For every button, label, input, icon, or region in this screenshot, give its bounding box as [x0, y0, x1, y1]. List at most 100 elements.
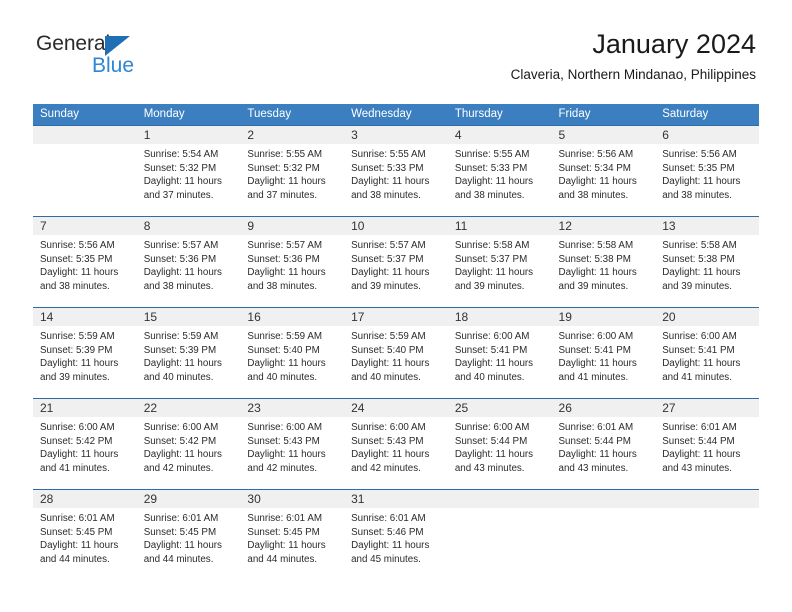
daylight-text-cont: and 44 minutes.	[40, 553, 110, 565]
calendar-day-cell[interactable]: 13 Sunrise: 5:58 AM Sunset: 5:38 PM Dayligh…	[655, 216, 759, 308]
day-number: 26	[551, 399, 656, 417]
sunrise-text: Sunrise: 6:00 AM	[454, 422, 530, 433]
daylight-text-cont: and 42 minutes.	[351, 462, 421, 474]
calendar-day-cell[interactable]: 16 Sunrise: 5:59 AM Sunset: 5:40 PM Dayligh…	[240, 307, 345, 399]
daylight-text-cont: and 41 minutes.	[662, 371, 732, 383]
day-details: Sunrise: 6:00 AM Sunset: 5:41 PM Daylight:…	[448, 326, 552, 384]
daylight-text-cont: and 42 minutes.	[247, 462, 318, 474]
calendar-day-cell[interactable]: 23 Sunrise: 6:00 AM Sunset: 5:43 PM Dayligh…	[240, 398, 345, 490]
calendar-day-cell[interactable]: 7 Sunrise: 5:56 AM Sunset: 5:35 PM Daylight…	[33, 216, 137, 308]
day-number: 3	[344, 126, 448, 144]
daylight-text: Daylight: 11 hours	[558, 449, 637, 461]
day-details: Sunrise: 5:56 AM Sunset: 5:35 PM Daylight:…	[655, 144, 759, 202]
daylight-text: Daylight: 11 hours	[454, 176, 534, 188]
day-number: 30	[240, 490, 345, 508]
daylight-text: Daylight: 11 hours	[247, 176, 326, 188]
daylight-text: Daylight: 11 hours	[558, 176, 637, 188]
day-number: 15	[136, 308, 241, 326]
calendar-day-cell[interactable]: 14 Sunrise: 5:59 AM Sunset: 5:39 PM Dayligh…	[33, 307, 137, 399]
calendar-day-cell[interactable]: 12 Sunrise: 5:58 AM Sunset: 5:38 PM Dayligh…	[551, 216, 656, 308]
sunset-text: Sunset: 5:41 PM	[558, 344, 631, 356]
page-subtitle: Claveria, Northern Mindanao, Philippines	[510, 67, 756, 82]
weekday-header-sunday: Sunday	[33, 104, 137, 126]
sunrise-text: Sunrise: 6:00 AM	[351, 422, 426, 433]
sunrise-text: Sunrise: 5:58 AM	[558, 240, 634, 251]
sunset-text: Sunset: 5:43 PM	[247, 435, 320, 447]
daylight-text: Daylight: 11 hours	[247, 449, 326, 461]
calendar-body: 1 Sunrise: 5:54 AM Sunset: 5:32 PM Daylight…	[33, 125, 759, 581]
daylight-text-cont: and 38 minutes.	[247, 280, 318, 292]
calendar-day-cell[interactable]: 20 Sunrise: 6:00 AM Sunset: 5:41 PM Dayligh…	[655, 307, 759, 399]
calendar-day-cell[interactable]: 1 Sunrise: 5:54 AM Sunset: 5:32 PM Daylight…	[136, 125, 241, 217]
calendar-day-cell[interactable]: 30 Sunrise: 6:01 AM Sunset: 5:45 PM Dayligh…	[240, 489, 345, 581]
calendar-day-cell[interactable]: 15 Sunrise: 5:59 AM Sunset: 5:39 PM Dayligh…	[136, 307, 241, 399]
calendar-day-cell[interactable]: 27 Sunrise: 6:01 AM Sunset: 5:44 PM Dayligh…	[655, 398, 759, 490]
day-number: 18	[447, 308, 552, 326]
sunrise-text: Sunrise: 6:01 AM	[143, 513, 219, 524]
calendar-day-cell[interactable]: 22 Sunrise: 6:00 AM Sunset: 5:42 PM Dayligh…	[136, 398, 241, 490]
day-details: Sunrise: 6:01 AM Sunset: 5:45 PM Daylight:…	[33, 508, 137, 566]
calendar-day-cell[interactable]: 19 Sunrise: 6:00 AM Sunset: 5:41 PM Dayligh…	[551, 307, 656, 399]
day-number: 13	[655, 217, 759, 235]
calendar-day-cell[interactable]: 25 Sunrise: 6:00 AM Sunset: 5:44 PM Dayligh…	[447, 398, 552, 490]
day-number: 19	[551, 308, 656, 326]
calendar-day-cell[interactable]: 9 Sunrise: 5:57 AM Sunset: 5:36 PM Daylight…	[240, 216, 345, 308]
daylight-text: Daylight: 11 hours	[247, 540, 326, 552]
daylight-text: Daylight: 11 hours	[558, 358, 637, 370]
calendar-day-cell[interactable]: 26 Sunrise: 6:01 AM Sunset: 5:44 PM Dayligh…	[551, 398, 656, 490]
day-number: 25	[447, 399, 552, 417]
sunset-text: Sunset: 5:36 PM	[143, 253, 217, 265]
daylight-text-cont: and 43 minutes.	[558, 462, 629, 474]
calendar-day-cell[interactable]: 28 Sunrise: 6:01 AM Sunset: 5:45 PM Dayligh…	[33, 489, 137, 581]
calendar-day-cell[interactable]: 17 Sunrise: 5:59 AM Sunset: 5:40 PM Dayligh…	[344, 307, 448, 399]
day-details: Sunrise: 6:01 AM Sunset: 5:44 PM Daylight:…	[655, 417, 759, 475]
calendar-week-row: 28 Sunrise: 6:01 AM Sunset: 5:45 PM Dayligh…	[33, 489, 759, 581]
calendar-day-cell[interactable]: 21 Sunrise: 6:00 AM Sunset: 5:42 PM Dayligh…	[33, 398, 137, 490]
day-number	[447, 490, 552, 508]
sunrise-text: Sunrise: 5:56 AM	[558, 149, 634, 160]
calendar-day-cell-empty	[551, 489, 656, 581]
calendar-day-cell[interactable]: 3 Sunrise: 5:55 AM Sunset: 5:33 PM Daylight…	[344, 125, 448, 217]
calendar-day-cell[interactable]: 18 Sunrise: 6:00 AM Sunset: 5:41 PM Dayligh…	[447, 307, 552, 399]
day-number: 21	[33, 399, 137, 417]
general-blue-logo: General Blue	[36, 32, 166, 84]
calendar-day-cell[interactable]: 10 Sunrise: 5:57 AM Sunset: 5:37 PM Dayligh…	[344, 216, 448, 308]
sunrise-text: Sunrise: 5:54 AM	[143, 149, 219, 160]
daylight-text-cont: and 40 minutes.	[454, 371, 525, 383]
calendar-day-cell[interactable]: 11 Sunrise: 5:58 AM Sunset: 5:37 PM Dayligh…	[447, 216, 552, 308]
calendar-header-row: Sunday Monday Tuesday Wednesday Thursday…	[33, 104, 759, 126]
day-number: 28	[33, 490, 137, 508]
daylight-text-cont: and 37 minutes.	[143, 189, 214, 201]
day-details: Sunrise: 6:00 AM Sunset: 5:43 PM Daylight:…	[240, 417, 344, 475]
calendar-day-cell[interactable]: 4 Sunrise: 5:55 AM Sunset: 5:33 PM Daylight…	[447, 125, 552, 217]
calendar-day-cell[interactable]: 6 Sunrise: 5:56 AM Sunset: 5:35 PM Daylight…	[655, 125, 759, 217]
sunset-text: Sunset: 5:44 PM	[558, 435, 631, 447]
calendar-week-row: 21 Sunrise: 6:00 AM Sunset: 5:42 PM Dayligh…	[33, 398, 759, 490]
calendar-day-cell[interactable]: 24 Sunrise: 6:00 AM Sunset: 5:43 PM Dayligh…	[344, 398, 448, 490]
sunrise-text: Sunrise: 6:00 AM	[143, 422, 219, 433]
daylight-text-cont: and 41 minutes.	[558, 371, 629, 383]
sunrise-text: Sunrise: 5:59 AM	[247, 331, 323, 342]
day-number: 24	[344, 399, 448, 417]
day-details: Sunrise: 5:59 AM Sunset: 5:39 PM Daylight:…	[137, 326, 241, 384]
calendar-day-cell[interactable]: 29 Sunrise: 6:01 AM Sunset: 5:45 PM Dayligh…	[136, 489, 241, 581]
calendar-day-cell[interactable]: 2 Sunrise: 5:55 AM Sunset: 5:32 PM Daylight…	[240, 125, 345, 217]
day-number	[655, 490, 759, 508]
daylight-text-cont: and 44 minutes.	[247, 553, 318, 565]
calendar-day-cell[interactable]: 31 Sunrise: 6:01 AM Sunset: 5:46 PM Dayligh…	[344, 489, 448, 581]
daylight-text: Daylight: 11 hours	[247, 358, 326, 370]
daylight-text-cont: and 39 minutes.	[454, 280, 525, 292]
day-number: 9	[240, 217, 345, 235]
calendar-day-cell[interactable]: 8 Sunrise: 5:57 AM Sunset: 5:36 PM Daylight…	[136, 216, 241, 308]
sunset-text: Sunset: 5:38 PM	[662, 253, 735, 265]
daylight-text-cont: and 38 minutes.	[662, 189, 732, 201]
day-number: 20	[655, 308, 759, 326]
day-number: 7	[33, 217, 137, 235]
daylight-text: Daylight: 11 hours	[351, 176, 430, 188]
daylight-text-cont: and 40 minutes.	[247, 371, 318, 383]
sunset-text: Sunset: 5:32 PM	[247, 162, 320, 174]
calendar-day-cell[interactable]: 5 Sunrise: 5:56 AM Sunset: 5:34 PM Daylight…	[551, 125, 656, 217]
daylight-text-cont: and 40 minutes.	[143, 371, 214, 383]
day-details: Sunrise: 5:57 AM Sunset: 5:37 PM Daylight:…	[344, 235, 448, 293]
sunset-text: Sunset: 5:42 PM	[40, 435, 113, 447]
